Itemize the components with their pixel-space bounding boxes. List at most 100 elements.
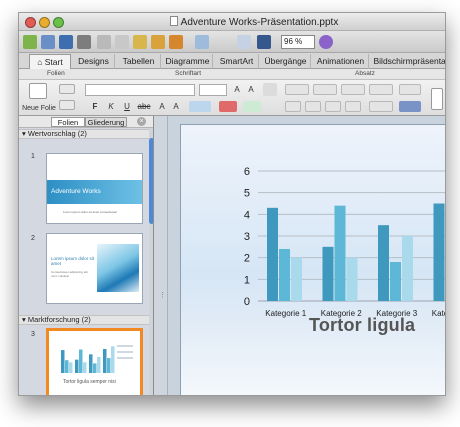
window-title: Adventure Works-Präsentation.pptx (19, 16, 445, 28)
thumb-title: Tortor ligula semper nisi (63, 379, 116, 385)
bar[interactable] (433, 203, 445, 302)
bar[interactable] (390, 262, 401, 301)
tab-animationen[interactable]: Animationen (313, 54, 369, 69)
convert-to-smartart-icon[interactable] (399, 101, 421, 112)
text-direction-icon[interactable] (369, 101, 393, 112)
bar[interactable] (346, 257, 358, 301)
bar[interactable] (267, 207, 278, 301)
print-icon[interactable] (77, 35, 91, 49)
tab-folien[interactable]: Folien (51, 117, 85, 127)
group-label-absatz: Absatz (355, 70, 375, 77)
grip-icon[interactable]: ⋮ (159, 291, 166, 299)
paste-icon[interactable] (133, 35, 147, 49)
grow-font-button[interactable]: A (231, 84, 243, 96)
undo-icon[interactable] (169, 35, 183, 49)
font-size-field[interactable] (199, 84, 227, 96)
columns-icon[interactable] (399, 84, 421, 95)
tab-smartart[interactable]: SmartArt (215, 54, 259, 69)
zoom-field[interactable]: 96 % (281, 35, 315, 49)
close-pane-icon[interactable]: × (137, 117, 146, 126)
shrink-font-button[interactable]: A (245, 84, 257, 96)
x-tick-label: Kategorie 4 (432, 309, 446, 318)
bar[interactable] (322, 246, 334, 301)
slide-editing-area: 0123456 Kategorie 1 Kategorie 2 Kategorie … (168, 116, 446, 396)
subscript-button[interactable]: A (171, 101, 181, 113)
save-icon[interactable] (59, 35, 73, 49)
new-slide-icon[interactable] (23, 35, 37, 49)
pane-splitter[interactable]: ⋮ (154, 116, 168, 395)
layout-icon[interactable] (59, 84, 75, 94)
copy-icon[interactable] (115, 35, 129, 49)
bar[interactable] (279, 249, 290, 301)
x-tick-label: Kategorie 1 (265, 309, 306, 318)
align-right-icon[interactable] (325, 101, 341, 112)
bar[interactable] (334, 205, 346, 301)
cut-icon[interactable] (97, 35, 111, 49)
indent-icon[interactable] (341, 84, 365, 95)
help-icon[interactable] (319, 35, 333, 49)
tab-designs[interactable]: Designs (73, 54, 115, 69)
section-icon[interactable] (59, 100, 75, 110)
text-effects-icon[interactable] (243, 101, 261, 112)
redo-icon[interactable] (195, 35, 209, 49)
open-icon[interactable] (41, 35, 55, 49)
section-name: Wertvorschlag (2) (27, 129, 87, 138)
slide-thumbnail-2[interactable]: Lorem ipsum dolor sit amet Consectetuer … (46, 233, 143, 304)
superscript-button[interactable]: A (157, 101, 167, 113)
section-header-wertvorschlag[interactable]: ▾ Wertvorschlag (2) (19, 129, 149, 139)
strikethrough-button[interactable]: abc (135, 101, 153, 113)
bar-chart[interactable]: 0123456 Kategorie 1 Kategorie 2 Kategorie … (181, 125, 446, 396)
slideshow-icon[interactable] (237, 35, 251, 49)
new-slide-button-label[interactable]: Neue Folie (21, 103, 57, 115)
thumb-photo (97, 244, 139, 292)
tab-start[interactable]: ⌂ Start (29, 54, 71, 69)
tab-diagramme[interactable]: Diagramme (163, 54, 213, 69)
tab-tabellen[interactable]: Tabellen (117, 54, 161, 69)
font-color-icon[interactable] (219, 101, 237, 112)
line-spacing-icon[interactable] (369, 84, 393, 95)
bold-button[interactable]: F (89, 101, 101, 113)
slide-title[interactable]: Tortor ligula (309, 315, 415, 336)
bar[interactable] (378, 225, 389, 301)
align-center-icon[interactable] (305, 101, 321, 112)
tab-bildschirmpraesentation[interactable]: Bildschirmpräsentation (371, 54, 446, 69)
format-painter-icon[interactable] (151, 35, 165, 49)
standard-toolbar: 96 % (19, 31, 445, 53)
slide-canvas[interactable]: 0123456 Kategorie 1 Kategorie 2 Kategorie … (180, 124, 446, 396)
gallery-icon[interactable] (257, 35, 271, 49)
y-tick-label: 2 (244, 253, 250, 265)
tab-start-label: Start (44, 57, 63, 67)
title-bar: Adventure Works-Präsentation.pptx (19, 13, 445, 31)
new-slide-large-icon[interactable] (29, 83, 47, 99)
section-header-marktforschung[interactable]: ▾ Marktforschung (2) (19, 315, 149, 325)
ribbon-group-labels: Folien Schriftart Absatz (19, 69, 445, 80)
underline-button[interactable]: U (121, 101, 133, 113)
bar[interactable] (291, 257, 302, 301)
thumb-chart (61, 345, 133, 373)
font-name-field[interactable] (85, 84, 195, 96)
slide-thumbnail-3[interactable]: Tortor ligula semper nisi (46, 328, 143, 395)
text-box-icon[interactable] (431, 88, 443, 110)
thumb-bar (97, 357, 101, 373)
thumb-bar (65, 360, 69, 373)
justify-icon[interactable] (345, 101, 361, 112)
thumb-bar (69, 362, 73, 373)
bullets-icon[interactable] (285, 84, 309, 95)
thumb-bar (107, 358, 111, 373)
slide-thumbnail-1[interactable]: Adventure Works Lorem ipsum dolor sit am… (46, 153, 143, 224)
tab-uebergaenge[interactable]: Übergänge (261, 54, 311, 69)
character-spacing-icon[interactable] (189, 101, 211, 112)
align-left-icon[interactable] (285, 101, 301, 112)
thumb-bar (111, 346, 115, 373)
numbering-icon[interactable] (313, 84, 337, 95)
tab-gliederung[interactable]: Gliederung (85, 117, 127, 127)
y-tick-label: 5 (244, 188, 250, 200)
window-title-text: Adventure Works-Präsentation.pptx (180, 17, 339, 28)
y-tick-label: 3 (244, 231, 250, 243)
italic-button[interactable]: K (105, 101, 117, 113)
bar[interactable] (402, 236, 413, 301)
thumb-lines: Consectetuer adipiscing elit nunc volutp… (51, 270, 88, 278)
clear-format-icon[interactable] (263, 83, 277, 96)
bar[interactable] (446, 240, 447, 301)
ribbon-tabs: ⌂ Start Designs Tabellen Diagramme Smart… (19, 53, 446, 69)
